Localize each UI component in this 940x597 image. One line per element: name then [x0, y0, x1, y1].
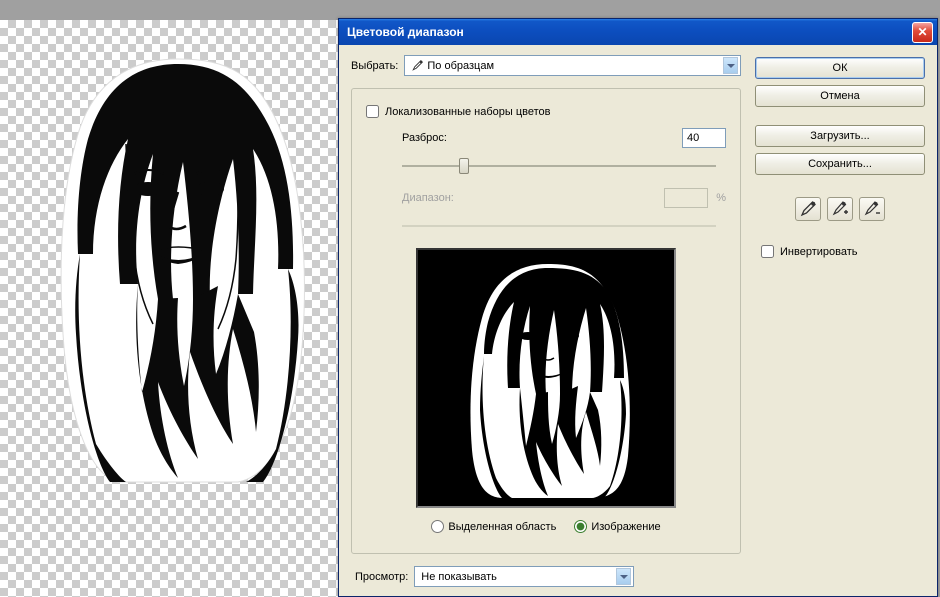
fuzziness-label: Разброс:	[402, 132, 482, 144]
select-label: Выбрать:	[351, 60, 398, 72]
eyedropper-tools	[755, 197, 925, 221]
range-label: Диапазон:	[402, 192, 482, 204]
canvas-portrait-image	[38, 54, 318, 484]
dialog-titlebar[interactable]: Цветовой диапазон ✕	[339, 19, 937, 45]
radio-selection[interactable]: Выделенная область	[431, 520, 556, 533]
eyedropper-button[interactable]	[795, 197, 821, 221]
dialog-title: Цветовой диапазон	[347, 25, 912, 39]
options-group: Локализованные наборы цветов Разброс: Ди…	[351, 88, 741, 554]
dialog-body: Выбрать: По образцам Локализованные набо…	[339, 45, 937, 596]
select-value: По образцам	[427, 60, 719, 72]
eyedropper-plus-button[interactable]	[827, 197, 853, 221]
preview-mode-radios: Выделенная область Изображение	[366, 520, 726, 533]
range-unit: %	[716, 192, 726, 204]
chevron-down-icon	[616, 568, 631, 585]
localized-checkbox[interactable]	[366, 105, 379, 118]
invert-checkbox[interactable]	[761, 245, 774, 258]
eyedropper-icon	[411, 60, 423, 72]
slider-track-line-disabled	[402, 225, 716, 227]
fuzziness-row: Разброс:	[402, 128, 726, 148]
eyedropper-icon	[800, 201, 816, 217]
cancel-button[interactable]: Отмена	[755, 85, 925, 107]
dialog-left-column: Выбрать: По образцам Локализованные набо…	[351, 55, 741, 586]
localized-checkbox-row: Локализованные наборы цветов	[366, 105, 726, 118]
fuzziness-slider[interactable]	[402, 156, 716, 176]
invert-label: Инвертировать	[780, 246, 857, 258]
canvas-area[interactable]	[0, 20, 338, 597]
chevron-down-icon	[723, 57, 738, 74]
close-icon: ✕	[917, 25, 927, 39]
select-dropdown[interactable]: По образцам	[404, 55, 741, 76]
preview-dropdown[interactable]: Не показывать	[414, 566, 634, 587]
close-button[interactable]: ✕	[912, 22, 933, 43]
radio-image-input[interactable]	[574, 520, 587, 533]
range-input	[664, 188, 708, 208]
eyedropper-minus-button[interactable]	[859, 197, 885, 221]
color-range-dialog: Цветовой диапазон ✕ Выбрать: По образцам	[338, 18, 938, 597]
slider-track-line	[402, 165, 716, 167]
eyedropper-minus-icon	[864, 201, 880, 217]
localized-label: Локализованные наборы цветов	[385, 106, 551, 118]
range-row: Диапазон: %	[402, 188, 726, 208]
radio-image[interactable]: Изображение	[574, 520, 660, 533]
workspace-top-bar	[0, 0, 940, 20]
preview-label: Просмотр:	[355, 571, 408, 583]
ok-button[interactable]: ОК	[755, 57, 925, 79]
radio-selection-label: Выделенная область	[448, 521, 556, 533]
save-button[interactable]: Сохранить...	[755, 153, 925, 175]
slider-thumb[interactable]	[459, 158, 469, 174]
preview-value: Не показывать	[421, 571, 612, 583]
invert-row: Инвертировать	[761, 245, 925, 258]
load-button[interactable]: Загрузить...	[755, 125, 925, 147]
preview-box[interactable]	[416, 248, 676, 508]
range-slider	[402, 216, 716, 236]
fuzziness-input[interactable]	[682, 128, 726, 148]
eyedropper-plus-icon	[832, 201, 848, 217]
radio-image-label: Изображение	[591, 521, 660, 533]
preview-row: Просмотр: Не показывать	[351, 566, 741, 587]
select-row: Выбрать: По образцам	[351, 55, 741, 76]
radio-selection-input[interactable]	[431, 520, 444, 533]
dialog-right-column: ОК Отмена Загрузить... Сохранить...	[755, 55, 925, 586]
